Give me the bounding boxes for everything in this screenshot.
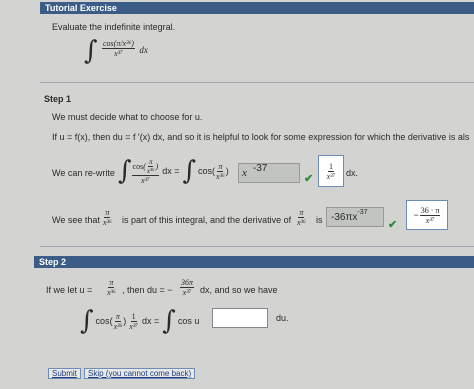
cos-label: cos <box>198 166 213 176</box>
integral-sign: ∫ <box>182 156 197 186</box>
intro-numerator: cos(π/x³⁶) <box>102 39 135 50</box>
dx-end: dx. <box>346 168 359 178</box>
inner-fraction: π x³⁶ <box>146 157 155 175</box>
answer2-exponent: -37 <box>357 208 368 216</box>
see-fraction: π x³⁶ <box>103 208 112 227</box>
pi-over-x36: π x³⁶ <box>216 161 225 181</box>
rewrite-prefix: We can re-write <box>52 168 115 178</box>
answer-input-1[interactable]: x -37 <box>238 163 300 183</box>
step1-line1: We must decide what to choose for u. <box>52 112 203 122</box>
step1-label: Step 1 <box>44 94 72 104</box>
derivative-fraction: π x³⁶ <box>297 208 306 227</box>
see-prefix: We see that <box>52 215 100 225</box>
rewrite-denominator: x³⁷ <box>141 175 150 185</box>
is-label: is <box>316 215 323 225</box>
step2-if: If we let u = <box>46 285 93 295</box>
skip-button[interactable]: Skip (you cannot come back) <box>84 368 196 379</box>
integral-sign: ∫ <box>118 156 132 186</box>
dx-equals: dx = <box>162 166 180 176</box>
check-icon: ✔ <box>304 173 314 185</box>
step2-then: , then du = − <box>122 285 173 295</box>
divider-2 <box>40 246 474 247</box>
rewrite-expression: ∫ cos( π x³⁶ ) x³⁷ dx = ∫ cos ( π x³⁶ ) <box>118 156 229 186</box>
answer-input-2[interactable]: -36πx -37 <box>326 207 384 227</box>
integral-sign: ∫ <box>162 306 176 336</box>
step1-line2: If u = f(x), then du = f ′(x) dx, and so… <box>52 132 470 142</box>
tutorial-header: Tutorial Exercise <box>40 2 474 14</box>
integral-sign: ∫ <box>80 306 94 336</box>
intro-dx: dx <box>139 45 148 55</box>
intro-text: Evaluate the indefinite integral. <box>52 22 176 32</box>
divider-1 <box>40 82 474 83</box>
tutorial-title: Tutorial Exercise <box>45 3 117 13</box>
correct-answer-1: 1 x³⁷ <box>318 155 344 187</box>
dx-equals: dx = <box>142 316 160 326</box>
du-fraction: 36π x³⁷ <box>180 278 195 297</box>
correct-answer-2: − 36 · π x³⁷ <box>406 200 448 230</box>
step2-have: dx, and so we have <box>200 285 278 295</box>
step2-expression: ∫ cos ( π x³⁶ ) 1 x³⁷ dx = ∫ cos u <box>80 306 200 336</box>
see-middle: is part of this integral, and the deriva… <box>122 215 292 225</box>
cos-u: cos u <box>177 316 200 326</box>
step2-header: Step 2 <box>34 256 474 268</box>
intro-integral: ∫ cos(π/x³⁶) x³⁷ dx <box>84 38 148 64</box>
rewrite-fraction: cos( π x³⁶ ) x³⁷ <box>131 157 160 185</box>
du-answer-input[interactable] <box>212 308 268 328</box>
answer1-exponent: -37 <box>252 162 268 174</box>
cos-label: cos <box>95 316 110 326</box>
intro-fraction: cos(π/x³⁶) x³⁷ <box>102 39 135 58</box>
submit-button[interactable]: Submit <box>48 368 81 379</box>
du-end: du. <box>276 313 289 323</box>
u-fraction: π x³⁶ <box>107 278 116 297</box>
integral-sign: ∫ <box>84 36 98 66</box>
step2-label: Step 2 <box>39 257 67 267</box>
check-icon: ✔ <box>388 219 398 231</box>
rewrite-numerator: cos( π x³⁶ ) <box>131 157 160 176</box>
intro-denominator: x³⁷ <box>114 49 123 59</box>
answer2-main: -36πx <box>331 211 358 223</box>
